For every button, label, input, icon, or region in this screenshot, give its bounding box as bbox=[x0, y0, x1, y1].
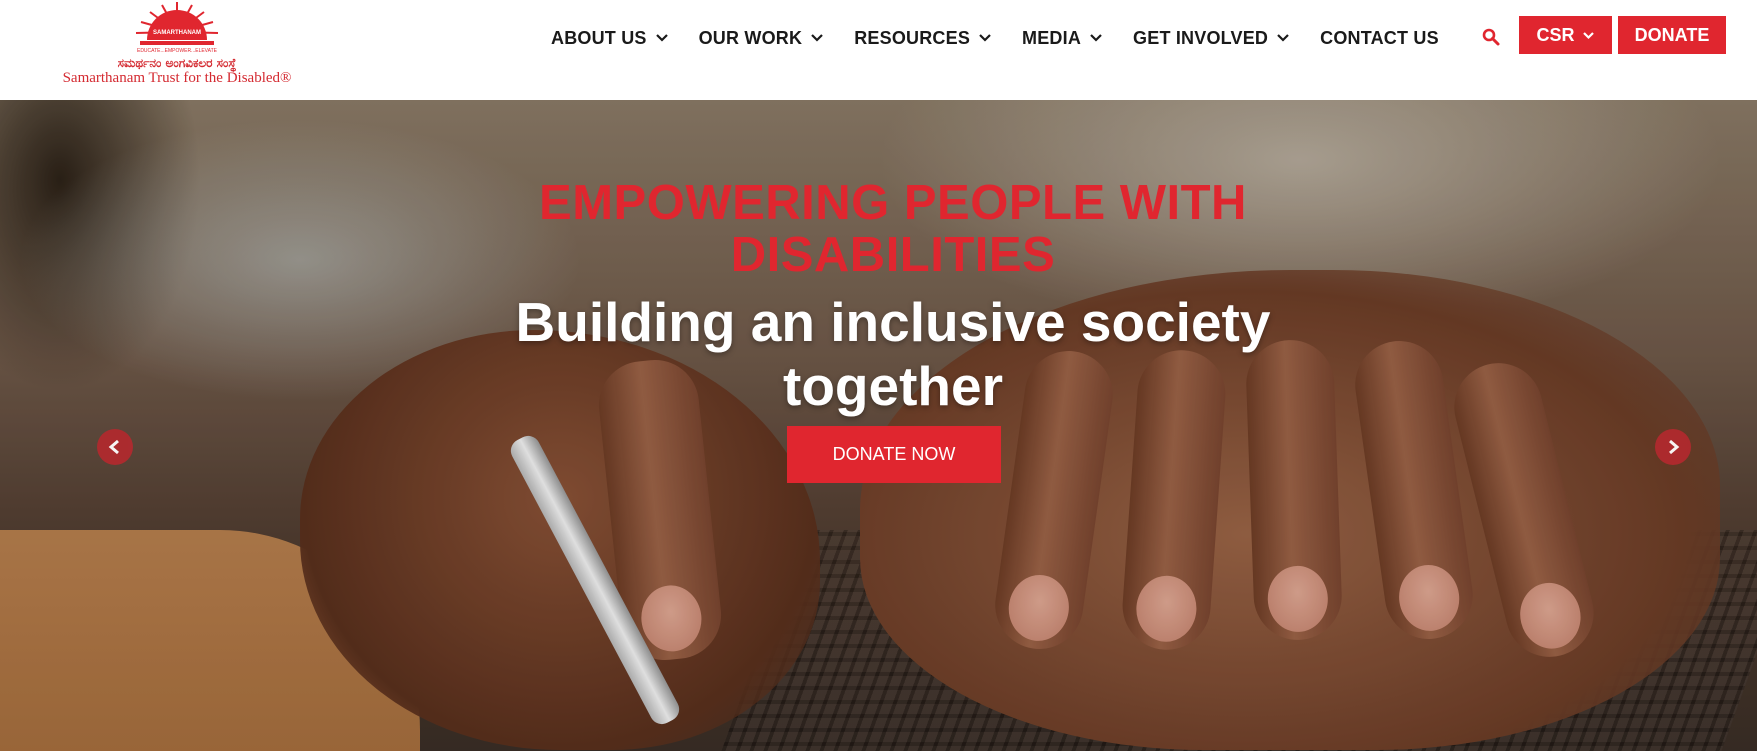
logo-english-name: Samarthanam Trust for the Disabled® bbox=[62, 70, 292, 86]
chevron-down-icon bbox=[979, 34, 991, 42]
nav-about-us[interactable]: ABOUT US bbox=[551, 28, 669, 49]
csr-dropdown-button[interactable]: CSR bbox=[1519, 16, 1612, 54]
chevron-down-icon bbox=[1090, 34, 1102, 42]
nav-label: RESOURCES bbox=[854, 27, 971, 48]
nav-label: ABOUT US bbox=[551, 27, 647, 48]
slider-next-button[interactable] bbox=[1655, 429, 1691, 465]
svg-text:EDUCATE...EMPOWER...ELEVATE: EDUCATE...EMPOWER...ELEVATE bbox=[137, 48, 218, 54]
sun-logo-icon: EDUCATE...EMPOWER...ELEVATE SAMARTHANAM bbox=[135, 2, 219, 54]
csr-label: CSR bbox=[1536, 24, 1575, 45]
logo-kannada-name: ಸಮರ್ಥನಂ ಅಂಗವಿಕಲರ ಸಂಸ್ಥೆ bbox=[117, 56, 237, 70]
site-header: EDUCATE...EMPOWER...ELEVATE SAMARTHANAM … bbox=[0, 0, 1757, 100]
chevron-down-icon bbox=[655, 34, 668, 42]
hero-slider: EMPOWERING PEOPLE WITH DISABILITIES Buil… bbox=[0, 100, 1757, 751]
nav-label: CONTACT US bbox=[1320, 27, 1439, 48]
slider-prev-button[interactable] bbox=[97, 429, 133, 465]
nav-our-work[interactable]: OUR WORK bbox=[699, 28, 825, 49]
chevron-left-icon bbox=[108, 439, 119, 455]
nav-resources[interactable]: RESOURCES bbox=[854, 28, 992, 49]
nav-label: MEDIA bbox=[1022, 27, 1082, 48]
site-logo[interactable]: EDUCATE...EMPOWER...ELEVATE SAMARTHANAM … bbox=[62, 0, 292, 90]
donate-button[interactable]: DONATE bbox=[1618, 16, 1726, 54]
nav-media[interactable]: MEDIA bbox=[1022, 28, 1103, 49]
main-nav: ABOUT US OUR WORK RESOURCES MEDIA GET IN… bbox=[551, 26, 1439, 50]
nav-get-involved[interactable]: GET INVOLVED bbox=[1133, 28, 1290, 49]
chevron-down-icon bbox=[1277, 34, 1289, 42]
nav-label: OUR WORK bbox=[698, 27, 803, 48]
donate-now-button[interactable]: DONATE NOW bbox=[787, 426, 1001, 483]
hero-kicker: EMPOWERING PEOPLE WITH DISABILITIES bbox=[539, 176, 1247, 282]
svg-text:SAMARTHANAM: SAMARTHANAM bbox=[153, 30, 201, 36]
search-icon[interactable] bbox=[1481, 27, 1501, 47]
chevron-right-icon bbox=[1669, 439, 1680, 455]
chevron-down-icon bbox=[1582, 31, 1594, 39]
nav-contact-us[interactable]: CONTACT US bbox=[1320, 28, 1439, 49]
nav-label: GET INVOLVED bbox=[1133, 27, 1269, 48]
chevron-down-icon bbox=[811, 34, 823, 42]
hero-title: Building an inclusive society together bbox=[515, 291, 1271, 417]
